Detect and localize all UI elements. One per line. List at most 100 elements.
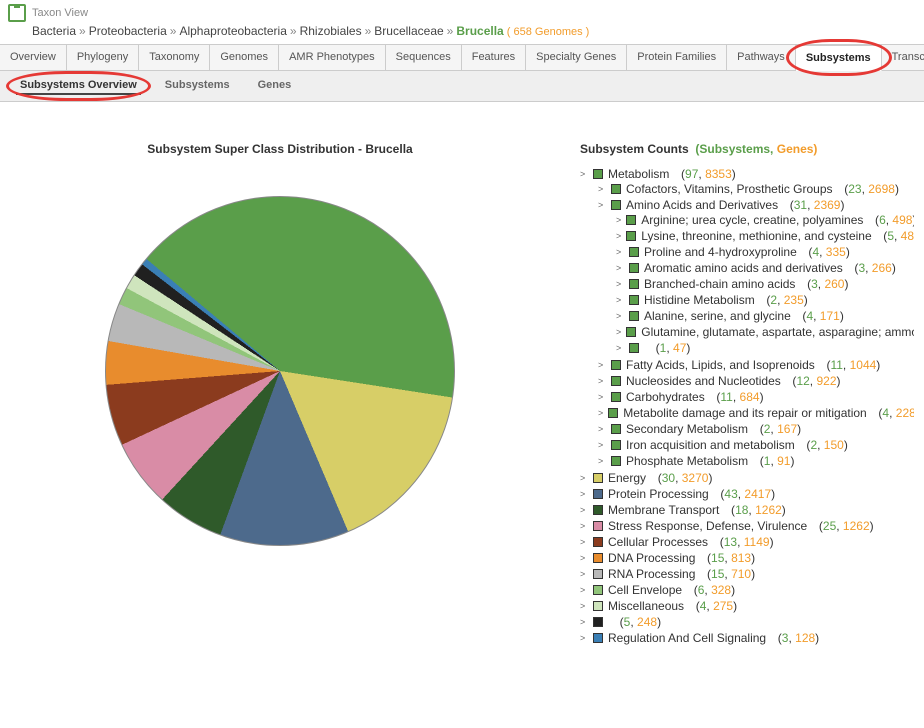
breadcrumb-link[interactable]: Alphaproteobacteria bbox=[179, 24, 286, 38]
tree-item[interactable]: >DNA Processing (15, 813) bbox=[580, 550, 914, 566]
tree-item[interactable]: >Arginine; urea cycle, creatine, polyami… bbox=[616, 212, 914, 228]
tree-item[interactable]: >Lysine, threonine, methionine, and cyst… bbox=[616, 228, 914, 244]
caret-icon[interactable]: > bbox=[580, 633, 588, 643]
caret-icon[interactable]: > bbox=[616, 215, 621, 225]
caret-icon[interactable]: > bbox=[580, 585, 588, 595]
tab-features[interactable]: Features bbox=[462, 45, 526, 70]
caret-icon[interactable]: > bbox=[598, 392, 606, 402]
breadcrumb-separator: » bbox=[79, 24, 86, 38]
tree-item[interactable]: >Protein Processing (43, 2417) bbox=[580, 486, 914, 502]
tree-item[interactable]: >Glutamine, glutamate, aspartate, aspara… bbox=[616, 324, 914, 340]
caret-icon[interactable]: > bbox=[580, 169, 588, 179]
caret-icon[interactable]: > bbox=[598, 200, 606, 210]
tree-counts: (30, 3270) bbox=[651, 471, 712, 485]
tab-genomes[interactable]: Genomes bbox=[210, 45, 279, 70]
tree-title-gen: Genes) bbox=[777, 142, 818, 156]
tree-label: Fatty Acids, Lipids, and Isoprenoids bbox=[626, 358, 815, 372]
breadcrumb-separator: » bbox=[447, 24, 454, 38]
tree-item[interactable]: >Cellular Processes (13, 1149) bbox=[580, 534, 914, 550]
tree-item[interactable]: >Fatty Acids, Lipids, and Isoprenoids (1… bbox=[598, 357, 914, 373]
tree-item[interactable]: >Aromatic amino acids and derivatives (3… bbox=[616, 260, 914, 276]
tab-sequences[interactable]: Sequences bbox=[386, 45, 462, 70]
caret-icon[interactable]: > bbox=[580, 537, 588, 547]
tab-pathways[interactable]: Pathways bbox=[727, 45, 796, 70]
view-label: Taxon View bbox=[32, 7, 88, 19]
tree-item[interactable]: >Membrane Transport (18, 1262) bbox=[580, 502, 914, 518]
caret-icon[interactable]: > bbox=[598, 360, 606, 370]
tree-item[interactable]: >Cell Envelope (6, 328) bbox=[580, 582, 914, 598]
tree-item[interactable]: >RNA Processing (15, 710) bbox=[580, 566, 914, 582]
tree-item[interactable]: >Branched-chain amino acids (3, 260) bbox=[616, 276, 914, 292]
tree-item[interactable]: >Secondary Metabolism (2, 167) bbox=[598, 421, 914, 437]
tree-item[interactable]: > (1, 47) bbox=[616, 340, 914, 356]
tree-item[interactable]: >Phosphate Metabolism (1, 91) bbox=[598, 453, 914, 469]
breadcrumb-link[interactable]: Brucellaceae bbox=[374, 24, 443, 38]
breadcrumb-link[interactable]: Rhizobiales bbox=[300, 24, 362, 38]
color-swatch bbox=[629, 311, 639, 321]
tree-item[interactable]: >Carbohydrates (11, 684) bbox=[598, 389, 914, 405]
tree-item[interactable]: >Amino Acids and Derivatives (31, 2369)>… bbox=[598, 197, 914, 357]
caret-icon[interactable]: > bbox=[580, 553, 588, 563]
caret-icon[interactable]: > bbox=[580, 521, 588, 531]
tree-item[interactable]: >Regulation And Cell Signaling (3, 128) bbox=[580, 630, 914, 646]
tab-overview[interactable]: Overview bbox=[0, 45, 67, 70]
caret-icon[interactable]: > bbox=[616, 263, 624, 273]
tree-item[interactable]: > Energy (30, 3270) bbox=[580, 470, 914, 486]
tree-counts: (15, 813) bbox=[700, 551, 755, 565]
caret-icon[interactable]: > bbox=[580, 489, 588, 499]
tab-subsystems[interactable]: Subsystems bbox=[796, 45, 882, 71]
tree-counts: (4, 335) bbox=[802, 245, 850, 259]
subtab-genes[interactable]: Genes bbox=[254, 77, 296, 95]
tree-label: Nucleosides and Nucleotides bbox=[626, 374, 781, 388]
tree-item[interactable]: >Cofactors, Vitamins, Prosthetic Groups … bbox=[598, 181, 914, 197]
caret-icon[interactable]: > bbox=[580, 473, 588, 483]
tree-item[interactable]: >Stress Response, Defense, Virulence (25… bbox=[580, 518, 914, 534]
tree-item[interactable]: > Metabolite damage and its repair or mit… bbox=[598, 405, 914, 421]
tab-transcriptomics[interactable]: Transcriptomics bbox=[882, 45, 924, 70]
caret-icon[interactable]: > bbox=[598, 376, 606, 386]
tree-counts: (1, 91) bbox=[753, 454, 794, 468]
color-swatch bbox=[629, 247, 639, 257]
caret-icon[interactable]: > bbox=[616, 327, 621, 337]
tree-label: Metabolite damage and its repair or miti… bbox=[623, 406, 866, 420]
tree-item[interactable]: >Miscellaneous (4, 275) bbox=[580, 598, 914, 614]
caret-icon[interactable]: > bbox=[580, 569, 588, 579]
caret-icon[interactable]: > bbox=[598, 456, 606, 466]
tree-item[interactable]: >Metabolism (97, 8353)>Cofactors, Vitami… bbox=[580, 166, 914, 470]
breadcrumb-link[interactable]: Proteobacteria bbox=[89, 24, 167, 38]
subtab-subsystems[interactable]: Subsystems bbox=[161, 77, 234, 95]
tab-protein-families[interactable]: Protein Families bbox=[627, 45, 727, 70]
breadcrumb-active[interactable]: Brucella bbox=[456, 24, 503, 38]
tab-taxonomy[interactable]: Taxonomy bbox=[139, 45, 210, 70]
tree-label: Cofactors, Vitamins, Prosthetic Groups bbox=[626, 182, 833, 196]
caret-icon[interactable]: > bbox=[598, 424, 606, 434]
caret-icon[interactable]: > bbox=[580, 617, 588, 627]
caret-icon[interactable]: > bbox=[616, 311, 624, 321]
tree-counts: (4, 275) bbox=[689, 599, 737, 613]
tab-specialty-genes[interactable]: Specialty Genes bbox=[526, 45, 627, 70]
tab-phylogeny[interactable]: Phylogeny bbox=[67, 45, 139, 70]
subtab-subsystems-overview[interactable]: Subsystems Overview bbox=[16, 77, 141, 95]
caret-icon[interactable]: > bbox=[580, 505, 588, 515]
tree-counts: (3, 128) bbox=[771, 631, 819, 645]
tree-item[interactable]: >Alanine, serine, and glycine (4, 171) bbox=[616, 308, 914, 324]
caret-icon[interactable]: > bbox=[616, 279, 624, 289]
tree-item[interactable]: >Nucleosides and Nucleotides (12, 922) bbox=[598, 373, 914, 389]
tree-label: Energy bbox=[608, 471, 646, 485]
caret-icon[interactable]: > bbox=[616, 247, 624, 257]
caret-icon[interactable]: > bbox=[616, 295, 624, 305]
tree-item[interactable]: >Histidine Metabolism (2, 235) bbox=[616, 292, 914, 308]
caret-icon[interactable]: > bbox=[580, 601, 588, 611]
tree-counts: (6, 498) bbox=[868, 213, 914, 227]
caret-icon[interactable]: > bbox=[616, 343, 624, 353]
tree-item[interactable]: > Proline and 4-hydroxyproline (4, 335) bbox=[616, 244, 914, 260]
breadcrumb-link[interactable]: Bacteria bbox=[32, 24, 76, 38]
tab-amr-phenotypes[interactable]: AMR Phenotypes bbox=[279, 45, 386, 70]
caret-icon[interactable]: > bbox=[598, 184, 606, 194]
caret-icon[interactable]: > bbox=[598, 408, 603, 418]
tree-item[interactable]: >Iron acquisition and metabolism (2, 150… bbox=[598, 437, 914, 453]
caret-icon[interactable]: > bbox=[616, 231, 621, 241]
caret-icon[interactable]: > bbox=[598, 440, 606, 450]
tree-item[interactable]: > (5, 248) bbox=[580, 614, 914, 630]
tree-label: Proline and 4-hydroxyproline bbox=[644, 245, 797, 259]
